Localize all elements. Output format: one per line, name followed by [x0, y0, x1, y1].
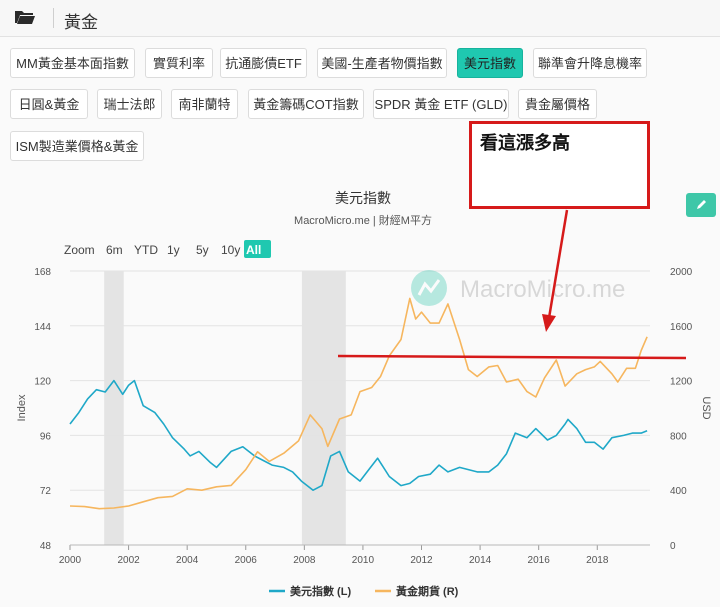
annotation-level-line	[337, 354, 687, 360]
zoom-button-6m[interactable]: 6m	[106, 243, 123, 257]
chart-title: 美元指數	[335, 190, 391, 206]
y-left-tick: 96	[40, 431, 52, 442]
zoom-button-label: YTD	[134, 243, 158, 257]
y-left-tick: 168	[34, 267, 51, 278]
y-right-tick: 400	[670, 486, 687, 497]
zoom-button-label: 10y	[221, 243, 240, 257]
zoom-button-label: 6m	[106, 243, 123, 257]
zoom-button-label: All	[246, 243, 261, 257]
watermark: MacroMicro.me	[411, 270, 625, 306]
x-tick-label: 2000	[59, 555, 82, 566]
watermark-text: MacroMicro.me	[460, 276, 625, 303]
x-tick-label: 2018	[586, 555, 609, 566]
y-right-tick: 1600	[670, 322, 693, 333]
y-left-tick: 144	[34, 322, 51, 333]
legend-label: 美元指數 (L)	[290, 584, 351, 598]
plot-area: 48 72 96 120 144 168 0 400 800 1200 1600 2000 2000 20…	[16, 209, 712, 566]
dxy-gold-chart: 美元指數 MacroMicro.me | 財經M平方 Zoom 6m YTD 1y 5y…	[16, 190, 712, 598]
y-right-tick: 800	[670, 431, 687, 442]
y-right-tick: 2000	[670, 267, 693, 278]
legend-label: 黃金期貨 (R)	[395, 584, 459, 598]
chart-legend: 美元指數 (L) 黃金期貨 (R)	[269, 584, 459, 598]
chart-subtitle: MacroMicro.me | 財經M平方	[294, 213, 432, 227]
zoom-button-1y[interactable]: 1y	[167, 243, 180, 257]
x-tick-label: 2008	[293, 555, 316, 566]
zoom-button-label: 5y	[196, 243, 209, 257]
annotation-text: 看這漲多高	[480, 133, 570, 153]
y-left-axis-title: Index	[16, 394, 28, 421]
y-left-tick: 120	[34, 377, 51, 388]
zoom-button-5y[interactable]: 5y	[196, 243, 209, 257]
y-right-tick: 1200	[670, 377, 693, 388]
x-tick-label: 2002	[117, 555, 140, 566]
zoom-button-All[interactable]: All	[244, 240, 271, 258]
y-right-tick: 0	[670, 541, 676, 552]
annotation-box: 看這漲多高	[469, 121, 650, 209]
x-tick-label: 2016	[528, 555, 551, 566]
zoom-button-label: 1y	[167, 243, 180, 257]
recession-band	[301, 271, 346, 545]
x-tick-label: 2006	[235, 555, 258, 566]
series-line-gold	[69, 297, 648, 510]
y-left-tick: 48	[40, 541, 52, 552]
zoom-label: Zoom	[64, 243, 95, 257]
x-tick-label: 2004	[176, 555, 199, 566]
y-right-axis-title: USD	[700, 396, 712, 419]
x-tick-label: 2014	[469, 555, 492, 566]
y-left-tick: 72	[40, 486, 52, 497]
zoom-button-10y[interactable]: 10y	[221, 243, 240, 257]
zoom-button-YTD[interactable]: YTD	[134, 243, 158, 257]
x-tick-label: 2010	[352, 555, 375, 566]
recession-band	[104, 271, 124, 545]
x-tick-label: 2012	[410, 555, 433, 566]
zoom-controls: Zoom 6m YTD 1y 5y 10y All	[64, 240, 271, 258]
annotation-arrow-head	[542, 314, 556, 332]
